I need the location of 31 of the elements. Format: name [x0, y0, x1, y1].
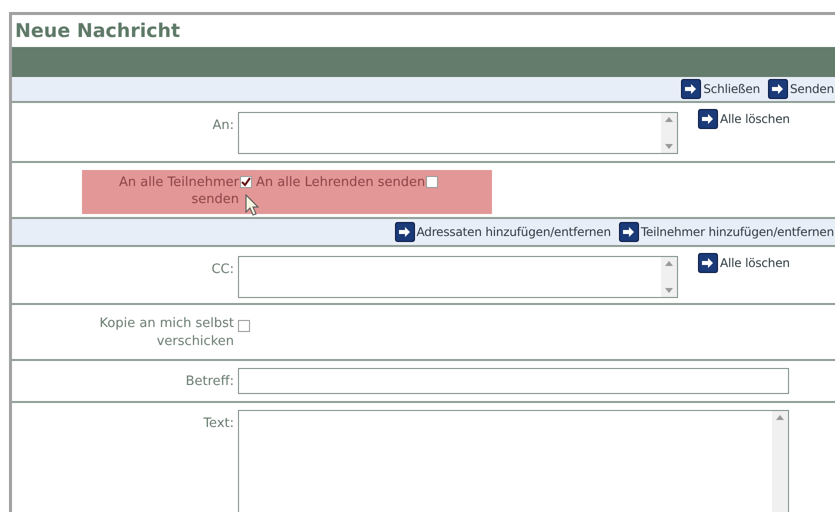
scroll-up-icon[interactable]: [665, 117, 673, 122]
field-label: Text:: [202, 415, 235, 433]
subject-field[interactable]: [238, 368, 789, 394]
scroll-down-icon[interactable]: [665, 288, 673, 293]
scroll-down-icon[interactable]: [665, 144, 673, 149]
field-label: Betreff:: [184, 373, 235, 391]
page-title: Neue Nachricht: [14, 19, 182, 44]
action-link[interactable]: Adressaten hinzufügen/entfernen: [394, 222, 611, 242]
field-label: CC:: [210, 261, 235, 279]
action-link[interactable]: Senden: [768, 79, 834, 99]
action-link[interactable]: Alle löschen: [698, 253, 790, 273]
checkbox-label: An alle Lehrenden senden: [256, 174, 426, 191]
mouse-cursor-icon: [245, 194, 259, 216]
cc-field[interactable]: [238, 256, 678, 298]
checkbox[interactable]: [238, 320, 250, 332]
scrollbar[interactable]: [772, 411, 788, 512]
checkmark-icon: [241, 177, 251, 187]
checkbox[interactable]: [426, 176, 438, 188]
action-link[interactable]: Alle löschen: [698, 109, 790, 129]
to-field[interactable]: [238, 112, 678, 154]
scroll-up-icon[interactable]: [776, 415, 784, 420]
field-label: An:: [211, 117, 235, 135]
checkbox-label: An alle Teilnehmer senden: [118, 174, 239, 208]
checkbox[interactable]: [240, 176, 252, 188]
text-field[interactable]: [238, 410, 789, 512]
scroll-up-icon[interactable]: [665, 261, 673, 266]
scrollbar[interactable]: [661, 113, 677, 153]
action-link[interactable]: Schließen: [681, 79, 760, 99]
action-link[interactable]: Teilnehmer hinzufügen/entfernen: [618, 222, 834, 242]
scrollbar[interactable]: [661, 257, 677, 297]
checkbox-label: Kopie an mich selbst verschicken: [98, 315, 235, 351]
